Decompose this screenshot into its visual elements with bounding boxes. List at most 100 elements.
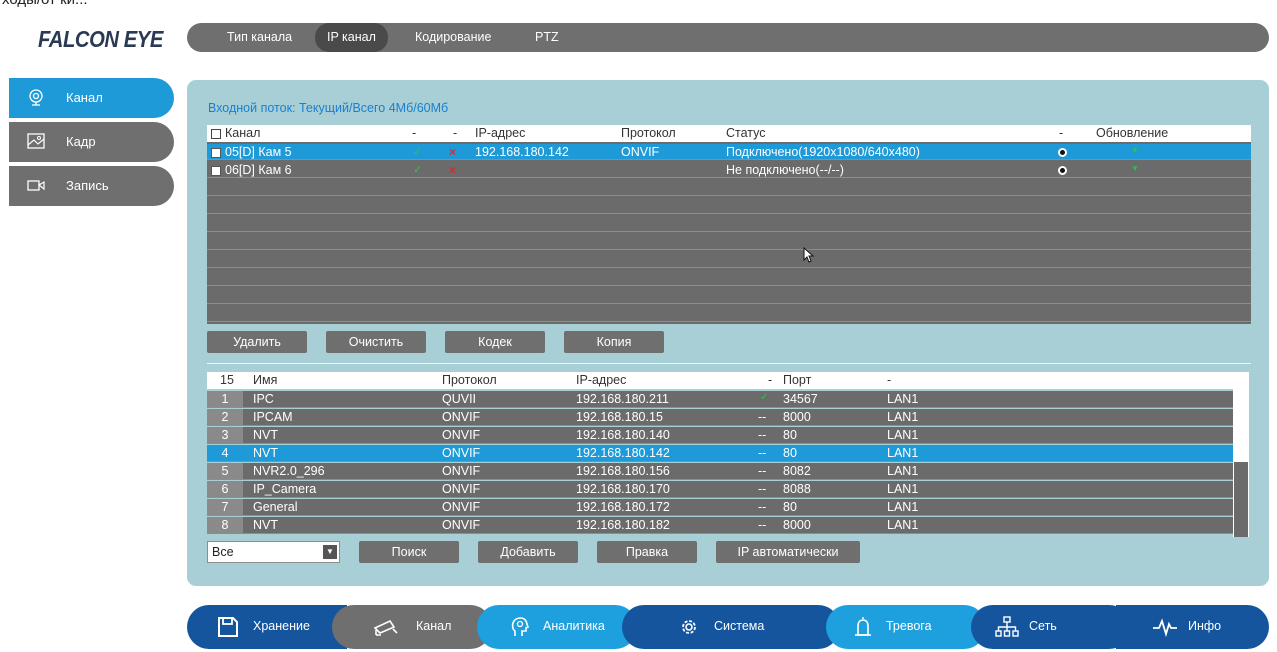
search-button[interactable]: Поиск — [359, 541, 459, 563]
update-arrow-icon[interactable]: ▼ — [1131, 164, 1139, 173]
nav-label: Система — [714, 619, 765, 633]
table-row[interactable]: 7 General ONVIF 192.168.180.172 -- 80 LA… — [207, 499, 1233, 516]
tab-ip-channel[interactable]: IP канал — [315, 23, 388, 52]
row-number: 5 — [207, 463, 243, 479]
check-icon: ✓ — [413, 164, 423, 176]
table-row[interactable]: 06[D] Кам 6 ✓ × Не подключено(--/--) ▼ — [207, 162, 1251, 178]
table-row[interactable]: 5 NVR2.0_296 ONVIF 192.168.180.156 -- 80… — [207, 463, 1233, 480]
delete-icon[interactable]: × — [449, 145, 456, 159]
network-icon — [995, 616, 1019, 637]
col-ip: IP-адрес — [475, 126, 526, 140]
gear-icon — [682, 620, 696, 634]
top-cropped-text: ходы/от ки... — [0, 0, 1277, 8]
nav-network[interactable]: Сеть — [971, 605, 1131, 649]
sidebar-item-channel[interactable]: Канал — [9, 78, 174, 118]
channel-ip: 192.168.180.142 — [475, 145, 569, 159]
alarm-icon — [855, 617, 871, 636]
delete-button[interactable]: Удалить — [207, 331, 307, 353]
copy-button[interactable]: Копия — [564, 331, 664, 353]
codec-button[interactable]: Кодек — [445, 331, 545, 353]
table-row[interactable]: 2 IPCAM ONVIF 192.168.180.15 -- 8000 LAN… — [207, 409, 1233, 426]
table-row-empty — [207, 270, 1251, 286]
row-checkbox[interactable] — [211, 166, 221, 176]
channel-name: 05[D] Кам 5 — [225, 145, 292, 159]
device-ip: 192.168.180.140 — [576, 428, 670, 442]
nav-channel[interactable]: Канал — [332, 605, 492, 649]
nav-storage[interactable]: Хранение — [187, 605, 347, 649]
table-row[interactable]: 6 IP_Camera ONVIF 192.168.180.170 -- 808… — [207, 481, 1233, 498]
tab-encoding[interactable]: Кодирование — [415, 23, 491, 52]
row-checkbox[interactable] — [211, 148, 221, 158]
devices-scrollbar[interactable] — [1233, 372, 1249, 537]
table-row[interactable]: 05[D] Кам 5 ✓ × 192.168.180.142 ONVIF По… — [207, 144, 1251, 160]
stream-info-label: Входной поток: Текущий/Всего 4Мб/60Мб — [208, 101, 449, 115]
table-row-empty — [207, 198, 1251, 214]
settings-dot-icon[interactable] — [1058, 166, 1067, 175]
device-name: NVT — [253, 428, 278, 442]
device-port: 8082 — [783, 464, 811, 478]
device-name: General — [253, 500, 298, 514]
device-ip: 192.168.180.156 — [576, 464, 670, 478]
device-protocol: ONVIF — [442, 482, 481, 496]
table-row[interactable]: 4 NVT ONVIF 192.168.180.142 -- 80 LAN1 — [207, 445, 1233, 462]
nav-system[interactable]: Система — [622, 605, 840, 649]
add-button[interactable]: Добавить — [478, 541, 578, 563]
device-network: LAN1 — [887, 410, 919, 424]
table-row-empty — [207, 288, 1251, 304]
device-port: 80 — [783, 446, 797, 460]
camera-icon — [373, 619, 398, 636]
device-network: LAN1 — [887, 500, 919, 514]
chevron-down-icon[interactable]: ▼ — [323, 545, 337, 559]
nav-analytics[interactable]: Аналитика — [477, 605, 637, 649]
col-dash: - — [887, 373, 892, 387]
filter-select[interactable]: Все ▼ — [207, 541, 340, 563]
device-protocol: QUVII — [442, 392, 477, 406]
col-protocol: Протокол — [442, 373, 497, 387]
table-row[interactable]: 8 NVT ONVIF 192.168.180.182 -- 8000 LAN1 — [207, 517, 1233, 534]
device-port: 8000 — [783, 410, 811, 424]
device-protocol: ONVIF — [442, 518, 481, 532]
col-update: Обновление — [1096, 126, 1169, 140]
auto-ip-button[interactable]: IP автоматически — [716, 541, 860, 563]
image-icon — [27, 133, 45, 149]
clear-button[interactable]: Очистить — [326, 331, 426, 353]
nav-info[interactable]: Инфо — [1116, 605, 1269, 649]
delete-icon[interactable]: × — [449, 163, 456, 177]
row-number: 7 — [207, 499, 243, 515]
tab-channel-type[interactable]: Тип канала — [227, 23, 292, 52]
tab-bar: Тип канала IP канал Кодирование PTZ — [187, 23, 1269, 52]
col-dash: - — [768, 373, 773, 387]
device-ip: 192.168.180.15 — [576, 410, 663, 424]
row-number: 3 — [207, 427, 243, 443]
sidebar-item-frame[interactable]: Кадр — [9, 122, 174, 162]
tab-ptz[interactable]: PTZ — [535, 23, 559, 52]
device-protocol: ONVIF — [442, 464, 481, 478]
sidebar-item-record[interactable]: Запись — [9, 166, 174, 206]
edit-button[interactable]: Правка — [597, 541, 697, 563]
update-arrow-icon[interactable]: ▼ — [1131, 146, 1139, 155]
status-mark: -- — [758, 464, 767, 478]
row-number: 4 — [207, 445, 243, 461]
settings-dot-icon[interactable] — [1058, 148, 1067, 157]
table-row[interactable]: 3 NVT ONVIF 192.168.180.140 -- 80 LAN1 — [207, 427, 1233, 444]
scrollbar-thumb[interactable] — [1234, 462, 1248, 537]
device-name: NVR2.0_296 — [253, 464, 325, 478]
device-name: IPCAM — [253, 410, 293, 424]
device-network: LAN1 — [887, 464, 919, 478]
device-network: LAN1 — [887, 392, 919, 406]
col-status: Статус — [726, 126, 766, 140]
table-row[interactable]: 1 IPC QUVII 192.168.180.211 ✓ 34567 LAN1 — [207, 391, 1233, 408]
col-dash: - — [412, 126, 417, 140]
nav-alarm[interactable]: Тревога — [826, 605, 986, 649]
device-count: 15 — [220, 373, 234, 387]
status-mark: -- — [758, 482, 767, 496]
device-protocol: ONVIF — [442, 500, 481, 514]
device-name: IP_Camera — [253, 482, 317, 496]
select-all-checkbox[interactable] — [211, 129, 221, 139]
sidebar-item-label: Канал — [66, 90, 103, 105]
brand-logo: FALCON EYE — [38, 26, 163, 52]
table-row-empty — [207, 234, 1251, 250]
device-name: NVT — [253, 446, 278, 460]
col-channel: Канал — [225, 126, 261, 140]
col-port: Порт — [783, 373, 812, 387]
